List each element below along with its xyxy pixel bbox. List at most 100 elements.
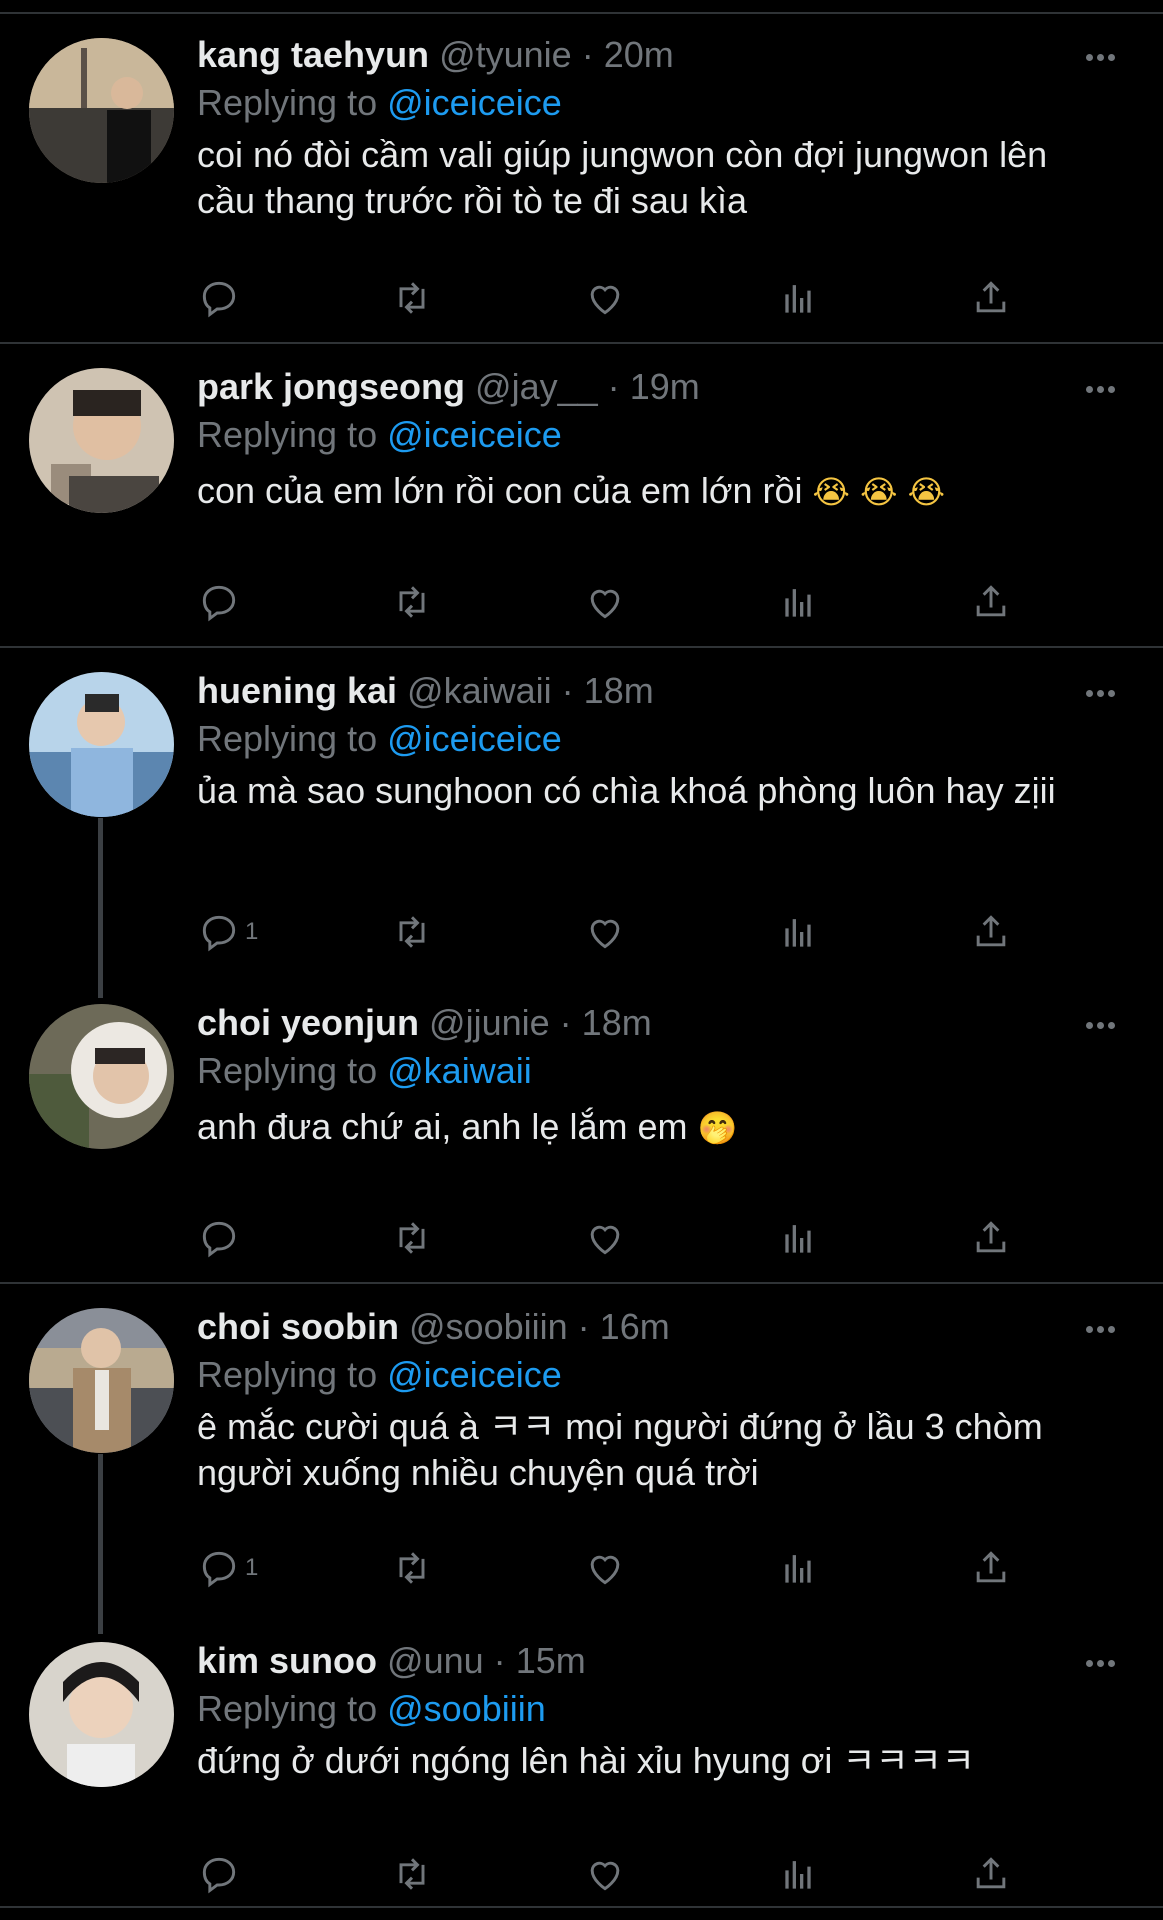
author-name[interactable]: choi soobin: [197, 1306, 399, 1347]
replying-to-label: Replying to: [197, 1688, 378, 1729]
timestamp[interactable]: 19m: [630, 366, 700, 407]
reply-button[interactable]: [197, 1850, 245, 1898]
replying-to: Replying to @iceiceice: [197, 82, 562, 124]
more-options-icon[interactable]: [1086, 1654, 1122, 1667]
analytics-icon: [785, 1861, 811, 1889]
replying-to-label: Replying to: [197, 1354, 378, 1395]
views-button[interactable]: [776, 578, 820, 626]
tweet[interactable]: huening kai @kaiwaii · 18m Replying to @…: [0, 648, 1163, 976]
tweet[interactable]: kang taehyun @tyunie · 20m Replying to @…: [0, 12, 1163, 342]
tweet-text-body: coi nó đòi cầm vali giúp jungwon còn đợi…: [197, 134, 1048, 221]
tweet-text-body: anh đưa chứ ai, anh lẹ lắm em: [197, 1106, 688, 1147]
heart-icon: [590, 285, 620, 315]
author-handle[interactable]: @jay__: [475, 366, 598, 407]
mention-link[interactable]: @kaiwaii: [387, 1050, 532, 1091]
tweet-text-body: ê mắc cười quá à ㅋㅋ mọi người đứng ở lầu…: [197, 1406, 1043, 1493]
mention-link[interactable]: @iceiceice: [387, 1354, 562, 1395]
views-button[interactable]: [776, 1544, 820, 1592]
more-options-icon[interactable]: [1086, 684, 1122, 697]
avatar[interactable]: [29, 1308, 174, 1453]
timestamp[interactable]: 15m: [516, 1640, 586, 1681]
timestamp[interactable]: 18m: [584, 670, 654, 711]
tweet-text-body: con của em lớn rồi con của em lớn rồi: [197, 470, 803, 511]
tweet[interactable]: choi yeonjun @jjunie · 18m Replying to @…: [0, 980, 1163, 1282]
avatar[interactable]: [29, 1642, 174, 1787]
views-button[interactable]: [776, 908, 820, 956]
author-handle[interactable]: @jjunie: [429, 1002, 550, 1043]
more-options-icon[interactable]: [1086, 1320, 1122, 1333]
timestamp[interactable]: 20m: [604, 34, 674, 75]
more-options-icon[interactable]: [1086, 1016, 1122, 1029]
retweet-button[interactable]: [390, 908, 434, 956]
replying-to: Replying to @iceiceice: [197, 414, 562, 456]
like-button[interactable]: [583, 1214, 627, 1262]
replying-to: Replying to @soobiiin: [197, 1688, 546, 1730]
crying-emoji: 😭 😭 😭: [812, 473, 946, 511]
heart-icon: [590, 919, 620, 949]
mention-link[interactable]: @iceiceice: [387, 414, 562, 455]
share-button[interactable]: [969, 1544, 1013, 1592]
heart-icon: [590, 1555, 620, 1585]
like-button[interactable]: [583, 1850, 627, 1898]
views-button[interactable]: [776, 274, 820, 322]
avatar[interactable]: [29, 368, 174, 513]
reply-button[interactable]: 1: [197, 1544, 258, 1592]
share-button[interactable]: [969, 274, 1013, 322]
reply-button[interactable]: [197, 1214, 245, 1262]
retweet-button[interactable]: [390, 578, 434, 626]
author-name[interactable]: huening kai: [197, 670, 397, 711]
tweet[interactable]: park jongseong @jay__ · 19m Replying to …: [0, 344, 1163, 646]
timestamp[interactable]: 18m: [582, 1002, 652, 1043]
like-button[interactable]: [583, 274, 627, 322]
reply-icon: [202, 915, 236, 952]
reply-count: 1: [245, 1554, 259, 1581]
reply-button[interactable]: [197, 274, 245, 322]
views-button[interactable]: [776, 1214, 820, 1262]
author-name[interactable]: kang taehyun: [197, 34, 429, 75]
author-name[interactable]: kim sunoo: [197, 1640, 377, 1681]
more-options-icon[interactable]: [1086, 380, 1122, 393]
author-handle[interactable]: @tyunie: [439, 34, 572, 75]
views-button[interactable]: [776, 1850, 820, 1898]
share-button[interactable]: [969, 908, 1013, 956]
share-button[interactable]: [969, 578, 1013, 626]
analytics-icon: [785, 919, 811, 947]
share-button[interactable]: [969, 1850, 1013, 1898]
like-button[interactable]: [583, 578, 627, 626]
retweet-icon: [399, 1222, 425, 1254]
share-icon: [976, 1551, 1006, 1583]
avatar[interactable]: [29, 672, 174, 817]
tweet-header: kim sunoo @unu · 15m: [197, 1640, 586, 1682]
tweet[interactable]: choi soobin @soobiiin · 16m Replying to …: [0, 1284, 1163, 1614]
retweet-button[interactable]: [390, 1544, 434, 1592]
author-handle[interactable]: @soobiiin: [409, 1306, 568, 1347]
author-handle[interactable]: @unu: [387, 1640, 484, 1681]
reply-icon: [202, 585, 236, 622]
tweet-actions: [197, 578, 1117, 626]
share-button[interactable]: [969, 1214, 1013, 1262]
reply-button[interactable]: [197, 578, 245, 626]
mention-link[interactable]: @iceiceice: [387, 718, 562, 759]
tweet[interactable]: kim sunoo @unu · 15m Replying to @soobii…: [0, 1618, 1163, 1918]
retweet-button[interactable]: [390, 1850, 434, 1898]
analytics-icon: [785, 1555, 811, 1583]
author-name[interactable]: choi yeonjun: [197, 1002, 419, 1043]
author-handle[interactable]: @kaiwaii: [407, 670, 552, 711]
more-options-icon[interactable]: [1086, 48, 1122, 61]
avatar[interactable]: [29, 38, 174, 183]
replying-to: Replying to @iceiceice: [197, 718, 562, 760]
retweet-button[interactable]: [390, 1214, 434, 1262]
mention-link[interactable]: @iceiceice: [387, 82, 562, 123]
author-name[interactable]: park jongseong: [197, 366, 465, 407]
avatar[interactable]: [29, 1004, 174, 1149]
replying-to-label: Replying to: [197, 82, 378, 123]
mention-link[interactable]: @soobiiin: [387, 1688, 546, 1729]
like-button[interactable]: [583, 908, 627, 956]
reply-button[interactable]: 1: [197, 908, 258, 956]
share-icon: [976, 1857, 1006, 1889]
retweet-button[interactable]: [390, 274, 434, 322]
like-button[interactable]: [583, 1544, 627, 1592]
separator: ·: [559, 1002, 572, 1043]
timestamp[interactable]: 16m: [600, 1306, 670, 1347]
replying-to-label: Replying to: [197, 1050, 378, 1091]
